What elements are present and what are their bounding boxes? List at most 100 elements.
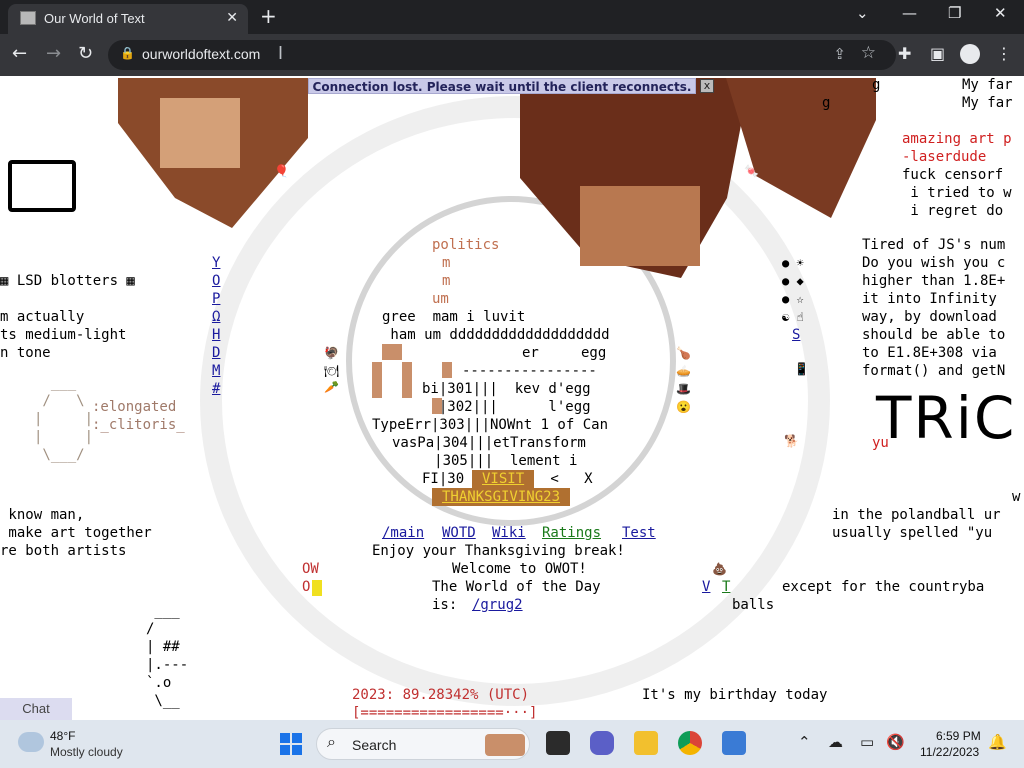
vertical-link-5[interactable]: D	[212, 344, 220, 362]
bookmark-star-icon[interactable]: ☆	[861, 43, 876, 63]
close-window-icon[interactable]: ✕	[994, 4, 1007, 22]
windows-start-icon[interactable]	[280, 733, 302, 755]
js-text-2: Do you wish you c	[862, 255, 1006, 271]
clit-text-2: :_clitoris_	[92, 417, 185, 433]
polandball-text-2: usually spelled "yu	[832, 525, 993, 541]
vertical-link-3[interactable]: Ω	[212, 308, 220, 326]
left-text-k2: make art together	[0, 525, 152, 541]
poop-icon: 💩	[712, 562, 727, 576]
forward-arrow-icon[interactable]: →	[46, 43, 61, 64]
show-hidden-icons-chevron-icon[interactable]: ⌃	[798, 733, 811, 751]
vertical-link-1[interactable]: O	[212, 272, 220, 290]
side-panel-icon[interactable]: ▣	[930, 44, 945, 63]
minimize-window-icon[interactable]: —	[902, 4, 917, 22]
regret-text: i regret do	[902, 203, 1004, 219]
url-text[interactable]: ourworldoftext.com	[142, 46, 260, 62]
visit-link[interactable]: VISIT	[472, 470, 535, 488]
table-row-301: bi|301||| kev d'egg	[422, 381, 591, 397]
ascii-face: ___ / | ## |.--- `.o \__	[146, 603, 189, 709]
js-text-1: Tired of JS's num	[862, 237, 1006, 253]
share-icon[interactable]: ⇪	[833, 45, 846, 63]
file-explorer-icon[interactable]	[634, 731, 658, 755]
balls-text: balls	[732, 597, 775, 613]
s-link[interactable]: S	[792, 326, 800, 344]
chrome-icon[interactable]	[678, 731, 702, 755]
table-row-303: TypeErr|303|||NOWnt 1 of Can	[372, 417, 609, 433]
close-tab-icon[interactable]: ✕	[226, 9, 238, 26]
clock-date[interactable]: 11/22/2023	[920, 745, 979, 759]
vertical-link-4[interactable]: H	[212, 326, 220, 344]
teams-chat-icon[interactable]	[590, 731, 614, 755]
table-row-305: |305||| lement i	[392, 453, 578, 469]
ascii-bracket: ___ / \ | | | | \___/	[34, 375, 94, 463]
notifications-bell-icon[interactable]: 🔔	[988, 733, 1007, 751]
dog-icon: 🐕	[784, 434, 799, 448]
site-favicon-icon	[20, 11, 36, 25]
remote-desktop-icon[interactable]	[722, 731, 746, 755]
taskbar-search-box[interactable]: ⌕ Search	[316, 728, 530, 760]
weather-description[interactable]: Mostly cloudy	[50, 745, 123, 759]
restore-window-icon[interactable]: ❐	[948, 4, 961, 22]
display-icon[interactable]: ▭	[860, 733, 874, 751]
js-text-7: to E1.8E+308 via	[862, 345, 997, 361]
enjoy-text: Enjoy your Thanksgiving break!	[372, 543, 625, 559]
pixel-block-4	[442, 362, 452, 378]
js-text-5: way, by download	[862, 309, 997, 325]
tab-our-world-of-text[interactable]: Our World of Text ✕	[8, 4, 248, 34]
nav-ratings-link[interactable]: Ratings	[542, 524, 601, 542]
text-cursor-icon: I	[278, 43, 284, 63]
pixel-block-3	[402, 362, 412, 398]
reload-icon[interactable]: ↻	[78, 43, 93, 64]
weather-temperature[interactable]: 48°F	[50, 729, 75, 743]
pie-icon: 🥧	[676, 364, 691, 378]
nav-test-link[interactable]: Test	[622, 524, 656, 542]
hat-icon: 🎩	[676, 382, 691, 396]
nav-main-link[interactable]: /main	[382, 524, 424, 542]
profile-avatar-icon[interactable]	[960, 44, 980, 64]
vertical-link-7[interactable]: #	[212, 380, 220, 398]
wotd-text: The World of the Day	[432, 579, 601, 595]
cloudy-weather-icon[interactable]	[18, 732, 44, 752]
js-text-3: higher than 1.8E+	[862, 273, 1006, 289]
vertical-link-0[interactable]: Y	[212, 254, 220, 272]
thanksgiving-link[interactable]: THANKSGIVING23	[432, 488, 571, 506]
clock-time[interactable]: 6:59 PM	[936, 729, 981, 743]
menu-kebab-icon[interactable]: ⋮	[996, 44, 1012, 63]
carrot-icon: 🥕	[324, 380, 339, 394]
extensions-puzzle-icon[interactable]: ✚	[898, 44, 911, 63]
v-link[interactable]: V	[702, 578, 710, 596]
new-tab-icon[interactable]: +	[260, 4, 277, 28]
vertical-link-2[interactable]: P	[212, 290, 220, 308]
tab-search-chevron-icon[interactable]: ⌄	[856, 4, 869, 22]
nav-wiki-link[interactable]: Wiki	[492, 524, 526, 542]
js-text-4: it into Infinity	[862, 291, 997, 307]
my-far-text-2: My far	[962, 95, 1013, 111]
address-bar[interactable]: 🔒 ourworldoftext.com I ⇪ ☆	[108, 40, 896, 70]
left-text-1: m actually	[0, 309, 85, 325]
chat-button[interactable]: Chat	[0, 698, 72, 720]
er-egg-text: er egg	[522, 345, 607, 361]
grug2-link[interactable]: /grug2	[472, 596, 523, 614]
turkey-icon: 🦃	[324, 346, 339, 360]
js-text-8: format() and getN	[862, 363, 1006, 379]
task-view-icon[interactable]	[546, 731, 570, 755]
back-arrow-icon[interactable]: ←	[12, 43, 27, 64]
owot-canvas[interactable]: Connection lost. Please wait until the c…	[0, 76, 1024, 720]
lock-icon[interactable]: 🔒	[120, 46, 135, 60]
birthday-text: It's my birthday today	[642, 687, 828, 703]
t-link[interactable]: T	[722, 578, 730, 596]
um-text: um	[432, 291, 449, 307]
candy-icon: 🍬	[744, 164, 759, 178]
banner-close-button[interactable]: x	[700, 79, 714, 93]
onedrive-icon[interactable]: ☁	[828, 733, 843, 751]
volume-muted-icon[interactable]: 🔇	[886, 733, 905, 751]
yinyang-icon: ☯ ☝	[782, 310, 804, 324]
nav-wotd-link[interactable]: WOTD	[442, 524, 476, 542]
politics-text: politics	[432, 237, 500, 253]
lsd-blotters-text: ▦ LSD blotters ▦	[0, 273, 135, 289]
browser-toolbar: ← → ↻ 🔒 ourworldoftext.com I ⇪ ☆ ✚ ▣ ⋮	[0, 34, 1024, 76]
vertical-link-6[interactable]: M	[212, 362, 220, 380]
yellow-cursor	[312, 580, 322, 596]
dash-line: ----------------	[462, 363, 597, 379]
g-text-2: g	[822, 95, 831, 111]
